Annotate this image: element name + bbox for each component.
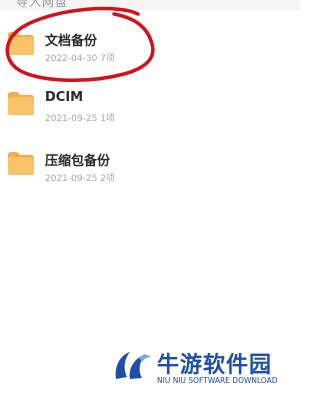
watermark-logo-icon (115, 352, 151, 379)
file-meta: 2021-09-25 2项 (45, 171, 115, 184)
file-count: 1项 (100, 114, 115, 124)
file-item-documents-backup[interactable]: 文档备份 2022-04-30 7项 (0, 18, 300, 78)
file-meta: 2021-09-25 1项 (45, 111, 115, 124)
header-bar: 导入网盘 (0, 0, 300, 10)
file-date: 2022-04-30 (45, 54, 98, 64)
file-list: 文档备份 2022-04-30 7项 DCIM 2021-09-25 1项 压缩… (0, 18, 300, 198)
watermark-subtitle: NIU NIU SOFTWARE DOWNLOAD (157, 376, 278, 385)
file-browser-page: 导入网盘 文档备份 2022-04-30 7项 DCIM 2021-09-25 … (0, 0, 300, 395)
file-name: 文档备份 (45, 34, 98, 49)
watermark: 牛游软件园 NIU NIU SOFTWARE DOWNLOAD (112, 345, 300, 395)
file-date: 2021-09-25 (45, 114, 98, 124)
folder-icon (8, 92, 34, 115)
file-count: 2项 (100, 174, 115, 184)
file-item-dcim[interactable]: DCIM 2021-09-25 1项 (0, 78, 300, 138)
file-meta: 2022-04-30 7项 (45, 51, 115, 64)
file-count: 7项 (100, 54, 115, 64)
file-name: 压缩包备份 (45, 154, 111, 169)
folder-icon (8, 152, 34, 175)
header-partial-text: 导入网盘 (16, 0, 69, 9)
file-date: 2021-09-25 (45, 174, 98, 184)
folder-icon (8, 32, 34, 55)
watermark-title: 牛游软件园 (157, 353, 273, 378)
file-name: DCIM (45, 90, 84, 105)
file-item-archive-backup[interactable]: 压缩包备份 2021-09-25 2项 (0, 138, 300, 198)
